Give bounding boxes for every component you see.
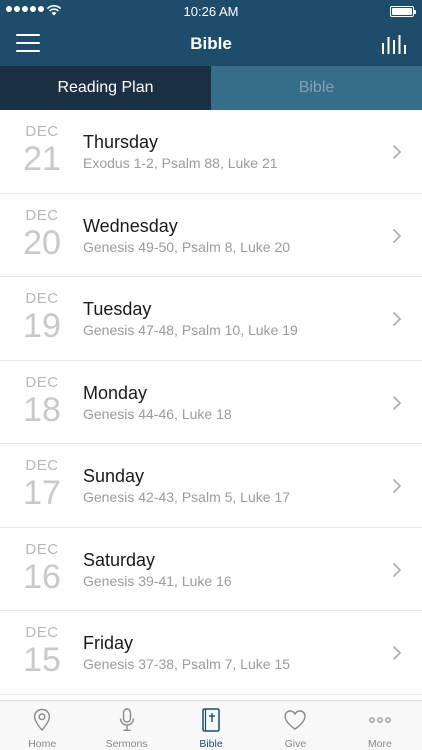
status-bar: 10:26 AM — [0, 0, 422, 22]
battery-icon — [390, 6, 416, 17]
reading-month: DEC — [25, 540, 59, 558]
reading-passages: Genesis 47-48, Psalm 10, Luke 19 — [83, 322, 298, 338]
reading-day: 17 — [23, 474, 61, 512]
tabbar-label-sermons: Sermons — [105, 738, 148, 750]
reading-passages: Exodus 1-2, Psalm 88, Luke 21 — [83, 155, 278, 171]
reading-month: DEC — [25, 457, 59, 474]
list-item[interactable]: DEC 17 Sunday Genesis 42-43, Psalm 5, Lu… — [0, 444, 422, 528]
chevron-right-icon — [392, 478, 402, 494]
tabbar-item-more[interactable]: More — [338, 701, 422, 750]
reading-day: 15 — [23, 641, 61, 679]
reading-passages: Genesis 44-46, Luke 18 — [83, 405, 232, 422]
tabbar-label-home: Home — [28, 738, 57, 750]
app-header: 10:26 AM Bible — [0, 0, 422, 66]
chevron-right-icon — [392, 144, 402, 160]
reading-month: DEC — [25, 206, 59, 224]
chevron-right-icon — [392, 228, 402, 243]
tabbar-label-more: More — [367, 738, 392, 750]
location-pin-icon — [34, 708, 51, 732]
reading-day: 19 — [23, 307, 61, 345]
list-item[interactable]: DEC 21 Thursday Exodus 1-2, Psalm 88, Lu… — [0, 110, 422, 194]
chevron-right-icon — [392, 645, 402, 661]
reading-passages: Genesis 49-50, Psalm 8, Luke 20 — [83, 238, 291, 255]
tabbar-item-give[interactable]: Give — [253, 701, 337, 750]
chevron-right-icon — [392, 311, 402, 327]
reading-passages: Genesis 37-38, Psalm 7, Luke 15 — [83, 656, 291, 672]
tabbar-item-sermons[interactable]: Sermons — [84, 701, 168, 750]
reading-month: DEC — [25, 373, 59, 391]
bible-book-icon — [202, 708, 220, 732]
tabbar-item-home[interactable]: Home — [0, 701, 84, 750]
reading-weekday: Tuesday — [83, 299, 152, 319]
reading-weekday: Friday — [83, 633, 134, 653]
reading-day: 21 — [23, 140, 61, 178]
reading-weekday: Monday — [83, 382, 148, 403]
list-item[interactable]: DEC 15 Friday Genesis 37-38, Psalm 7, Lu… — [0, 611, 422, 695]
list-item[interactable]: DEC 18 Monday Genesis 44-46, Luke 18 — [0, 361, 422, 444]
status-time: 10:26 AM — [183, 4, 239, 19]
tabbar-label-give: Give — [284, 738, 307, 750]
reading-month: DEC — [25, 624, 59, 641]
nav-bar: Bible — [0, 22, 422, 66]
heart-icon — [284, 710, 307, 730]
page-title: Bible — [190, 34, 232, 53]
list-item[interactable]: DEC 19 Tuesday Genesis 47-48, Psalm 10, … — [0, 277, 422, 361]
tabbar-item-bible[interactable]: Bible — [169, 701, 253, 750]
more-dots-icon — [369, 717, 391, 723]
tabbar-label-bible: Bible — [199, 738, 223, 750]
reading-day: 16 — [23, 557, 61, 596]
reading-weekday: Thursday — [83, 132, 159, 152]
reading-day: 20 — [23, 223, 61, 262]
reading-month: DEC — [25, 123, 59, 140]
reading-plan-list: DEC 21 Thursday Exodus 1-2, Psalm 88, Lu… — [0, 110, 422, 700]
segment-tabs: Reading Plan Bible — [0, 66, 422, 110]
bottom-tab-bar: Home Sermons Bible Give More — [0, 700, 422, 750]
tab-reading-plan[interactable]: Reading Plan — [0, 66, 211, 110]
list-item[interactable]: DEC 20 Wednesday Genesis 49-50, Psalm 8,… — [0, 194, 422, 277]
reading-weekday: Saturday — [83, 549, 156, 570]
chevron-right-icon — [392, 562, 402, 577]
list-item[interactable]: DEC 16 Saturday Genesis 39-41, Luke 16 — [0, 528, 422, 611]
reading-day: 18 — [23, 390, 61, 429]
reading-passages: Genesis 42-43, Psalm 5, Luke 17 — [83, 489, 291, 505]
reading-month: DEC — [25, 290, 59, 307]
chevron-right-icon — [392, 395, 402, 410]
reading-weekday: Sunday — [83, 466, 145, 486]
reading-passages: Genesis 39-41, Luke 16 — [83, 572, 232, 589]
reading-weekday: Wednesday — [83, 215, 178, 236]
tab-bible[interactable]: Bible — [211, 66, 422, 110]
hamburger-menu-icon[interactable] — [16, 34, 40, 54]
audio-bars-icon[interactable] — [382, 34, 406, 54]
microphone-icon — [119, 708, 134, 731]
